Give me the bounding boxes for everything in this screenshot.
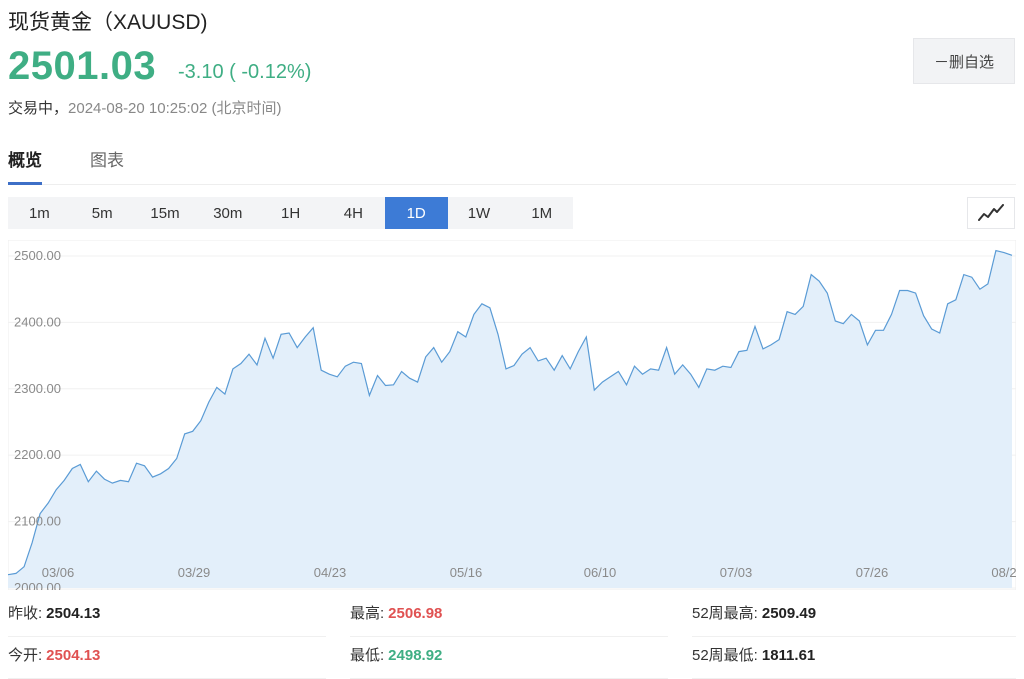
- stat-high: 最高: 2506.98: [350, 600, 668, 637]
- stat-value: 2504.13: [46, 605, 101, 622]
- stat-low: 最低: 2498.92: [350, 642, 668, 679]
- tab-overview[interactable]: 概览: [8, 146, 42, 185]
- stat-label: 52周最高:: [692, 605, 758, 622]
- stat-value: 1811.61: [761, 647, 816, 664]
- x-tick-label: 06/10: [584, 565, 617, 580]
- y-tick-label: 2300.00: [14, 381, 61, 396]
- x-tick-label: 04/23: [314, 565, 347, 580]
- x-tick-label: 03/06: [42, 565, 75, 580]
- stat-52w-high: 52周最高: 2509.49: [692, 600, 1016, 637]
- y-tick-label: 2400.00: [14, 314, 61, 329]
- stat-label: 52周最低:: [692, 647, 758, 664]
- line-chart-icon: [978, 204, 1004, 221]
- x-tick-label: 07/03: [720, 565, 753, 580]
- x-tick-label: 08/2: [991, 565, 1016, 580]
- period-selector: 1m 5m 15m 30m 1H 4H 1D 1W 1M: [8, 197, 574, 229]
- period-15m[interactable]: 15m: [134, 197, 197, 229]
- period-1mo[interactable]: 1M: [510, 197, 573, 229]
- period-4h[interactable]: 4H: [322, 197, 385, 229]
- period-1m[interactable]: 1m: [8, 197, 71, 229]
- y-tick-label: 2100.00: [14, 514, 61, 529]
- period-5m[interactable]: 5m: [71, 197, 134, 229]
- tab-bar: 概览 图表: [8, 146, 1016, 185]
- trading-status: 交易中，2024-08-20 10:25:02 (北京时间): [8, 97, 281, 118]
- stat-value: 2498.92: [388, 647, 443, 664]
- stat-value: 2506.98: [388, 605, 443, 622]
- stat-label: 今开:: [8, 647, 43, 664]
- page-title: 现货黄金（XAUUSD): [8, 11, 208, 34]
- tab-chart[interactable]: 图表: [90, 146, 124, 182]
- status-label: 交易中，: [8, 100, 69, 117]
- x-tick-label: 03/29: [178, 565, 211, 580]
- y-tick-label: 2500.00: [14, 248, 61, 263]
- stat-label: 最高:: [350, 605, 385, 622]
- stat-value: 2504.13: [46, 647, 101, 664]
- chart-type-button[interactable]: [967, 197, 1015, 229]
- stat-open: 今开: 2504.13: [8, 642, 326, 679]
- stat-label: 昨收:: [8, 605, 43, 622]
- stat-prev-close: 昨收: 2504.13: [8, 600, 326, 637]
- stat-value: 2509.49: [761, 605, 817, 622]
- period-1w[interactable]: 1W: [448, 197, 511, 229]
- price-chart[interactable]: 2000.00 2100.00 2200.00 2300.00 2400.00 2500.…: [7, 239, 1017, 595]
- y-tick-label: 2000.00: [14, 580, 61, 590]
- period-1d[interactable]: 1D: [384, 197, 448, 229]
- y-tick-label: 2200.00: [14, 447, 61, 462]
- current-price: 2501.03: [8, 44, 157, 88]
- price-change: -3.10 ( -0.12%): [178, 61, 312, 83]
- stat-label: 最低:: [350, 647, 385, 664]
- x-tick-label: 07/26: [856, 565, 889, 580]
- period-1h[interactable]: 1H: [259, 197, 322, 229]
- period-30m[interactable]: 30m: [196, 197, 259, 229]
- chart-canvas: 2000.00 2100.00 2200.00 2300.00 2400.00 2500.…: [7, 239, 1017, 595]
- timestamp: 2024-08-20 10:25:02 (北京时间): [68, 100, 282, 117]
- x-tick-label: 05/16: [450, 565, 483, 580]
- remove-watchlist-button[interactable]: －删自选: [913, 38, 1015, 84]
- stat-52w-low: 52周最低: 1811.61: [692, 642, 1016, 679]
